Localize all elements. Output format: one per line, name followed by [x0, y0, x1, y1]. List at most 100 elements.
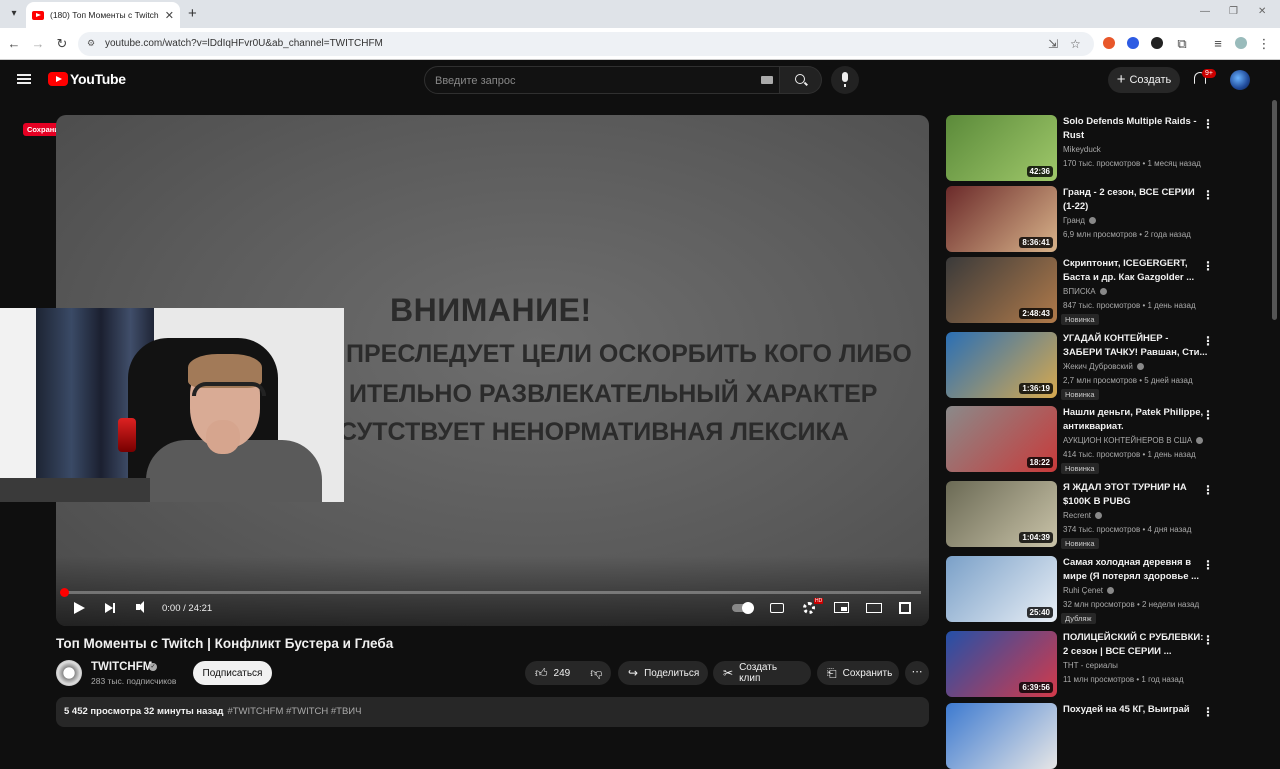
recommendation-channel[interactable]: Жекич Дубровский [1063, 362, 1144, 371]
recommendation-thumbnail[interactable] [946, 703, 1057, 769]
scrubber-handle[interactable] [60, 588, 69, 597]
more-options-icon[interactable]: ⋮ [1202, 259, 1214, 273]
settings-gear-icon[interactable] [803, 602, 815, 614]
recommendation-title[interactable]: Скриптонит, ICEGERGERT, Баста и др. Как … [1063, 257, 1208, 285]
channel-avatar[interactable] [56, 660, 82, 686]
fullscreen-icon[interactable] [899, 602, 911, 614]
more-options-icon[interactable]: ⋮ [1202, 117, 1214, 131]
channel-name[interactable]: TWITCHFM [91, 661, 152, 673]
recommendation-thumbnail[interactable]: 18:22 [946, 406, 1057, 472]
recommendation-channel[interactable]: Recrent [1063, 511, 1103, 520]
recommendation-channel[interactable]: АУКЦИОН КОНТЕЙНЕРОВ В США [1063, 436, 1204, 445]
recommendation-thumbnail[interactable]: 42:36 [946, 115, 1057, 181]
more-options-icon[interactable]: ⋮ [1202, 633, 1214, 647]
recommendation-thumbnail[interactable]: 6:39:56 [946, 631, 1057, 697]
bookmark-star-icon[interactable]: ☆ [1070, 37, 1081, 51]
theater-mode-icon[interactable] [866, 603, 882, 613]
minimize-icon[interactable]: — [1200, 6, 1210, 17]
browser-tab[interactable]: (180) Топ Моменты с Twitch | К ✕ [26, 2, 180, 28]
voice-search-button[interactable] [831, 66, 859, 94]
recommendation-thumbnail[interactable]: 25:40 [946, 556, 1057, 622]
maximize-icon[interactable]: ❐ [1229, 6, 1238, 17]
close-window-icon[interactable]: ✕ [1258, 6, 1266, 17]
progress-bar[interactable] [64, 591, 921, 594]
more-options-icon[interactable]: ⋮ [1202, 408, 1214, 422]
search-input[interactable] [433, 71, 737, 91]
view-count-and-date: 5 452 просмотра 32 минуты назад #TWITCHFM… [64, 706, 361, 717]
miniplayer-icon[interactable] [834, 602, 849, 613]
tab-search-icon[interactable]: ▾ [6, 6, 22, 22]
more-options-icon[interactable]: ⋮ [1202, 334, 1214, 348]
recommendation-item[interactable]: 1:04:39 Я ЖДАЛ ЭТОТ ТУРНИР НА $100K В PUB… [946, 481, 1226, 549]
recommendation-title[interactable]: Гранд - 2 сезон, ВСЕ СЕРИИ (1-22) [1063, 186, 1208, 214]
reload-icon[interactable]: ↻ [54, 36, 70, 52]
keyboard-icon[interactable] [761, 76, 773, 84]
recommendation-title[interactable]: ПОЛИЦЕЙСКИЙ С РУБЛЕВКИ: 2 сезон | ВСЕ СЕ… [1063, 631, 1208, 659]
recommendation-item[interactable]: 8:36:41 Гранд - 2 сезон, ВСЕ СЕРИИ (1-22)… [946, 186, 1226, 252]
recommendation-item[interactable]: 25:40 Самая холодная деревня в мире (Я по… [946, 556, 1226, 624]
account-avatar[interactable] [1230, 70, 1250, 90]
recommendation-title[interactable]: Solo Defends Multiple Raids - Rust [1063, 115, 1208, 143]
extensions-puzzle-icon[interactable]: ⧉ [1174, 36, 1190, 52]
youtube-logo-icon[interactable] [48, 72, 68, 86]
volume-icon[interactable] [136, 601, 144, 613]
recommendation-item[interactable]: 1:36:19 УГАДАЙ КОНТЕЙНЕР - ЗАБЕРИ ТАЧКУ! … [946, 332, 1226, 400]
reading-list-icon[interactable]: ≡ [1210, 36, 1226, 52]
clip-button[interactable]: ✂ Создать клип [713, 661, 811, 685]
recommendation-channel[interactable]: ТНТ - сериалы [1063, 661, 1118, 670]
search-box[interactable] [424, 66, 780, 94]
save-button[interactable]: ⎗ Сохранить [817, 661, 899, 685]
recommendation-channel[interactable]: Ruhi Çenet [1063, 586, 1115, 595]
recommendation-item[interactable]: 18:22 Нашли деньги, Patek Philippe, антик… [946, 406, 1226, 474]
youtube-logo-text[interactable]: YouTube [70, 71, 126, 87]
next-icon[interactable] [105, 603, 115, 613]
more-options-icon[interactable]: ⋮ [1202, 558, 1214, 572]
subtitles-icon[interactable] [770, 603, 784, 613]
forward-icon[interactable]: → [30, 36, 46, 52]
recommendation-thumbnail[interactable]: 1:04:39 [946, 481, 1057, 547]
subscribe-button[interactable]: Подписаться [193, 661, 272, 685]
share-button[interactable]: ↪ Поделиться [618, 661, 708, 685]
back-icon[interactable]: ← [6, 36, 22, 52]
more-actions-icon[interactable]: ⋯ [905, 661, 929, 685]
more-options-icon[interactable]: ⋮ [1202, 483, 1214, 497]
recommendation-thumbnail[interactable]: 8:36:41 [946, 186, 1057, 252]
recommendation-title[interactable]: Похудей на 45 КГ, Выиграй [1063, 703, 1208, 717]
recommendation-channel[interactable]: Гранд [1063, 216, 1096, 225]
recommendation-title[interactable]: Нашли деньги, Patek Philippe, антиквариа… [1063, 406, 1208, 434]
page-scrollbar[interactable] [1272, 100, 1277, 320]
recommendation-thumbnail[interactable]: 2:48:43 [946, 257, 1057, 323]
more-options-icon[interactable]: ⋮ [1202, 705, 1214, 719]
recommendation-item[interactable]: Похудей на 45 КГ, Выиграй ⋮ [946, 703, 1226, 769]
tab-close-icon[interactable]: ✕ [165, 9, 174, 22]
hashtags[interactable]: #TWITCHFM #TWITCH #ТВИЧ [227, 706, 361, 717]
recommendation-channel[interactable]: Mikeyduck [1063, 145, 1101, 154]
omnibox[interactable]: ⚙ youtube.com/watch?v=lDdIqHFvr0U&ab_cha… [78, 32, 1094, 56]
search-button[interactable] [780, 66, 822, 94]
recommendation-channel[interactable]: ВПИСКА [1063, 287, 1107, 296]
site-info-icon[interactable]: ⚙ [87, 38, 97, 48]
play-icon[interactable] [74, 602, 85, 614]
install-icon[interactable]: ⇲ [1048, 37, 1058, 51]
profile-icon[interactable] [1235, 37, 1247, 49]
recommendation-title[interactable]: Самая холодная деревня в мире (Я потерял… [1063, 556, 1208, 584]
thumbs-down-icon[interactable]: 👎︎ [590, 666, 602, 681]
like-count[interactable]: 249 [554, 668, 571, 679]
browser-menu-icon[interactable]: ⋮ [1256, 36, 1272, 52]
new-tab-icon[interactable]: + [188, 5, 197, 22]
recommendation-item[interactable]: 2:48:43 Скриптонит, ICEGERGERT, Баста и д… [946, 257, 1226, 325]
extension-dark-icon[interactable] [1151, 37, 1163, 49]
recommendation-thumbnail[interactable]: 1:36:19 [946, 332, 1057, 398]
thumbs-up-icon[interactable]: 👍︎ [535, 666, 548, 681]
recommendation-title[interactable]: Я ЖДАЛ ЭТОТ ТУРНИР НА $100K В PUBG [1063, 481, 1208, 509]
recommendation-item[interactable]: 6:39:56 ПОЛИЦЕЙСКИЙ С РУБЛЕВКИ: 2 сезон |… [946, 631, 1226, 697]
extension-fire-icon[interactable] [1103, 37, 1115, 49]
recommendation-item[interactable]: 42:36 Solo Defends Multiple Raids - Rust M… [946, 115, 1226, 181]
recommendation-title[interactable]: УГАДАЙ КОНТЕЙНЕР - ЗАБЕРИ ТАЧКУ! Равшан,… [1063, 332, 1208, 360]
description-box[interactable]: 5 452 просмотра 32 минуты назад #TWITCHFM… [56, 697, 929, 727]
menu-icon[interactable] [17, 74, 31, 84]
create-button[interactable]: + Создать [1108, 67, 1180, 93]
autoplay-toggle[interactable] [732, 602, 754, 614]
extension-shield-icon[interactable] [1127, 37, 1139, 49]
more-options-icon[interactable]: ⋮ [1202, 188, 1214, 202]
